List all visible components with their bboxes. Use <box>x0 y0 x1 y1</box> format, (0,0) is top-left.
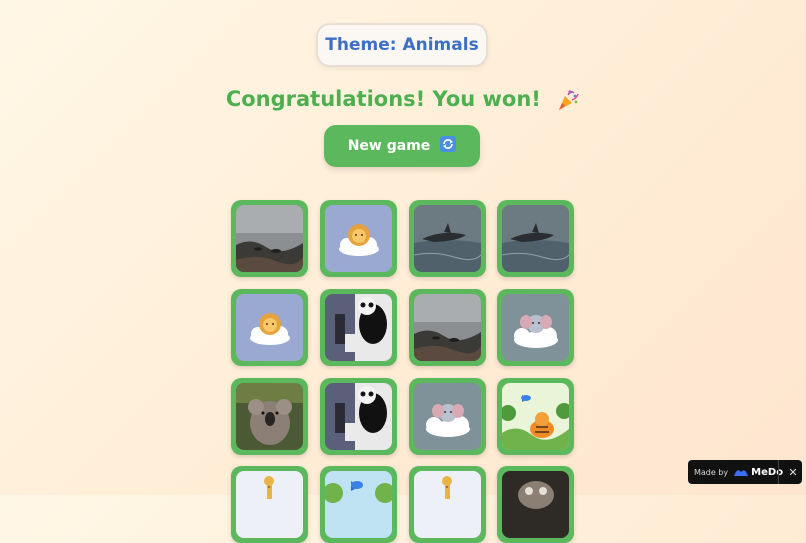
theme-label: Theme: Animals <box>316 23 488 67</box>
card-elephant-cloud[interactable] <box>409 378 486 455</box>
card-elephant-cloud[interactable] <box>497 289 574 366</box>
panda-image <box>325 383 392 450</box>
tiger-bird-image <box>502 383 569 450</box>
elephant-cloud-image <box>502 294 569 361</box>
card-giraffe-cloud[interactable] <box>409 466 486 543</box>
win-message-text: Congratulations! You won! <box>225 87 541 111</box>
dolphin-image <box>414 205 481 272</box>
owl-image <box>502 471 569 538</box>
medo-logo-icon <box>734 467 749 478</box>
elephant-cloud-image <box>414 383 481 450</box>
card-lion-cloud[interactable] <box>320 200 397 277</box>
seal-rocks-image <box>236 205 303 272</box>
badge-divider <box>778 460 779 484</box>
new-game-label: New game <box>347 138 431 154</box>
giraffe-cloud-image <box>414 471 481 538</box>
card-seal-rocks[interactable] <box>231 200 308 277</box>
made-by-badge[interactable]: Made by MeDo ✕ <box>688 460 802 484</box>
card-koala[interactable] <box>231 378 308 455</box>
seal-rocks-image <box>414 294 481 361</box>
new-game-button[interactable]: New game <box>324 125 480 167</box>
win-message: Congratulations! You won! <box>0 84 806 120</box>
card-giraffe-cloud[interactable] <box>231 466 308 543</box>
card-tiger-bird[interactable] <box>497 378 574 455</box>
tiger-bird-image <box>325 471 392 538</box>
lion-cloud-image <box>236 294 303 361</box>
card-tiger-bird[interactable] <box>320 466 397 543</box>
giraffe-cloud-image <box>236 471 303 538</box>
card-panda[interactable] <box>320 289 397 366</box>
card-dolphin[interactable] <box>409 200 486 277</box>
card-lion-cloud[interactable] <box>231 289 308 366</box>
dolphin-image <box>502 205 569 272</box>
koala-image <box>236 383 303 450</box>
lion-cloud-image <box>325 205 392 272</box>
card-panda[interactable] <box>320 378 397 455</box>
close-icon[interactable]: ✕ <box>784 460 802 484</box>
card-owl[interactable] <box>497 466 574 543</box>
made-by-text: Made by <box>694 467 729 477</box>
panda-image <box>325 294 392 361</box>
card-seal-rocks[interactable] <box>409 289 486 366</box>
refresh-icon <box>440 136 457 156</box>
card-dolphin[interactable] <box>497 200 574 277</box>
party-popper-icon <box>556 88 580 120</box>
